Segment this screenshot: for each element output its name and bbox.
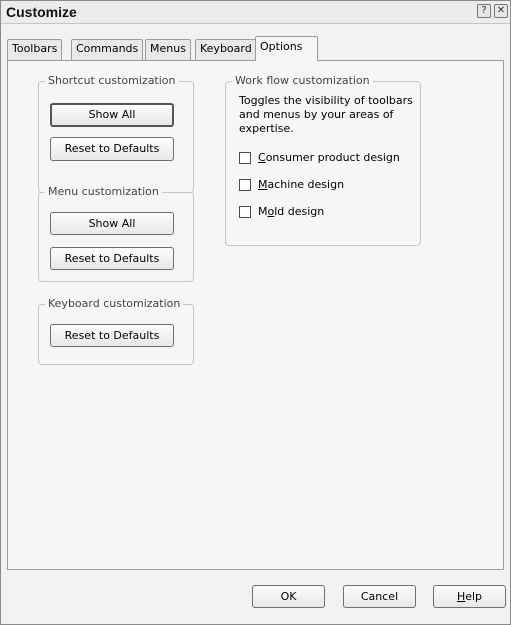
keyboard-customization-legend: Keyboard customization <box>45 297 184 310</box>
tab-commands[interactable]: Commands <box>71 39 144 60</box>
checkbox-box[interactable] <box>239 179 251 191</box>
help-button[interactable]: Help <box>433 585 506 608</box>
cancel-button[interactable]: Cancel <box>343 585 416 608</box>
title-bar: Customize ? ✕ <box>1 1 510 24</box>
customize-dialog: Customize ? ✕ Toolbars Commands Menus Ke… <box>0 0 511 625</box>
menu-show-all-button[interactable]: Show All <box>50 212 174 235</box>
dialog-title: Customize <box>6 4 77 20</box>
tab-options[interactable]: Options <box>255 36 318 61</box>
checkbox-box[interactable] <box>239 206 251 218</box>
workflow-customization-group: Work flow customization Toggles the visi… <box>225 74 421 246</box>
mold-design-label: Mold design <box>258 205 325 218</box>
menu-customization-legend: Menu customization <box>45 185 162 198</box>
workflow-description: Toggles the visibility of toolbars and m… <box>239 94 413 135</box>
keyboard-customization-group: Keyboard customization Reset to Defaults <box>38 297 194 365</box>
consumer-product-design-label: Consumer product design <box>258 151 400 164</box>
help-icon[interactable]: ? <box>477 4 491 18</box>
keyboard-reset-button[interactable]: Reset to Defaults <box>50 324 174 347</box>
options-panel: Shortcut customization Show All Reset to… <box>7 60 504 570</box>
shortcut-reset-button[interactable]: Reset to Defaults <box>50 137 174 161</box>
workflow-customization-legend: Work flow customization <box>232 74 373 87</box>
checkbox-box[interactable] <box>239 152 251 164</box>
machine-design-label: Machine design <box>258 178 345 191</box>
tab-menus[interactable]: Menus <box>145 39 191 60</box>
close-icon[interactable]: ✕ <box>494 4 508 18</box>
shortcut-customization-group: Shortcut customization Show All Reset to… <box>38 74 194 193</box>
tab-toolbars[interactable]: Toolbars <box>7 39 63 60</box>
ok-button[interactable]: OK <box>252 585 325 608</box>
shortcut-customization-legend: Shortcut customization <box>45 74 179 87</box>
menu-reset-button[interactable]: Reset to Defaults <box>50 247 174 270</box>
shortcut-show-all-button[interactable]: Show All <box>50 103 174 127</box>
tab-keyboard[interactable]: Keyboard <box>195 39 257 60</box>
menu-customization-group: Menu customization Show All Reset to Def… <box>38 185 194 282</box>
